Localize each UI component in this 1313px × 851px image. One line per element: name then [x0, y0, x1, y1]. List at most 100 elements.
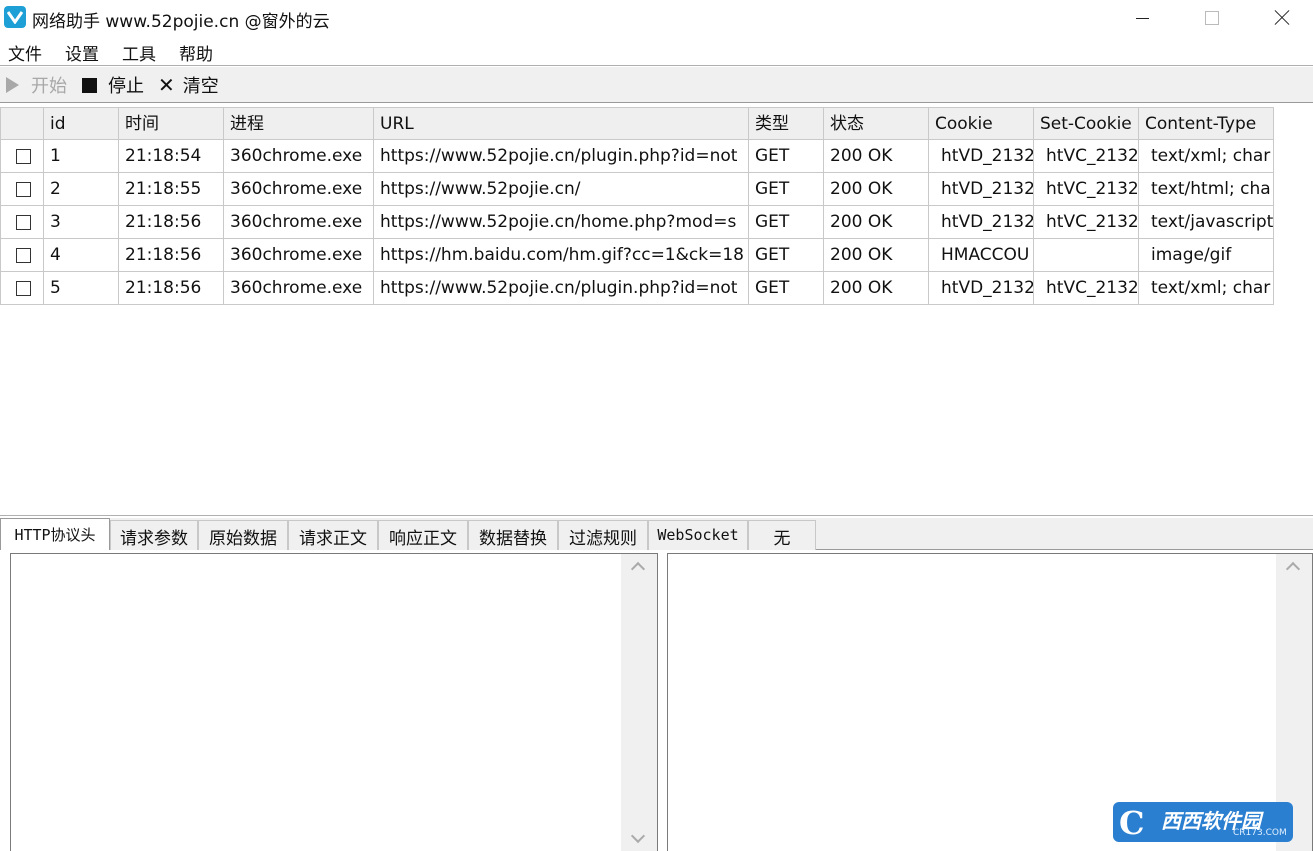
tab-none[interactable]: 无 [748, 520, 816, 550]
clear-icon: ✕ [158, 73, 175, 97]
cell-cookie: htVD_2132 [929, 206, 1034, 239]
table-row[interactable]: 4 21:18:56 360chrome.exe https://hm.baid… [0, 239, 1274, 272]
cell-method: GET [749, 206, 824, 239]
minimize-button[interactable] [1113, 0, 1173, 36]
tab-filter-rules[interactable]: 过滤规则 [558, 520, 648, 550]
row-select[interactable] [0, 272, 44, 305]
header-process[interactable]: 进程 [224, 107, 374, 140]
cell-process: 360chrome.exe [224, 239, 374, 272]
table-row[interactable]: 1 21:18:54 360chrome.exe https://www.52p… [0, 140, 1274, 173]
cell-method: GET [749, 239, 824, 272]
tab-websocket[interactable]: WebSocket [648, 520, 748, 550]
row-checkbox[interactable] [16, 182, 31, 197]
table-row[interactable]: 3 21:18:56 360chrome.exe https://www.52p… [0, 206, 1274, 239]
request-headers-textarea[interactable] [10, 553, 658, 851]
cell-id: 4 [44, 239, 119, 272]
cell-cookie: htVD_2132 [929, 272, 1034, 305]
tab-http-headers[interactable]: HTTP协议头 [0, 518, 110, 550]
stop-icon [82, 77, 97, 93]
table-row[interactable]: 2 21:18:55 360chrome.exe https://www.52p… [0, 173, 1274, 206]
tab-raw-data[interactable]: 原始数据 [198, 520, 288, 550]
header-select[interactable] [0, 107, 44, 140]
cell-cookie: htVD_2132 [929, 140, 1034, 173]
clear-label: 清空 [182, 76, 219, 97]
cell-method: GET [749, 140, 824, 173]
start-label: 开始 [31, 76, 67, 97]
scroll-down-icon[interactable] [630, 828, 646, 844]
header-time[interactable]: 时间 [119, 107, 224, 140]
row-select[interactable] [0, 140, 44, 173]
window-title: 网络助手 www.52pojie.cn @窗外的云 [32, 12, 330, 32]
tab-request-body[interactable]: 请求正文 [288, 520, 378, 550]
start-button[interactable]: 开始 [6, 74, 67, 97]
cell-url: https://hm.baidu.com/hm.gif?cc=1&ck=18 [374, 239, 749, 272]
row-select[interactable] [0, 206, 44, 239]
cell-status: 200 OK [824, 140, 929, 173]
header-set-cookie[interactable]: Set-Cookie [1034, 107, 1139, 140]
detail-tabs: HTTP协议头 请求参数 原始数据 请求正文 响应正文 数据替换 过滤规则 We… [0, 518, 1313, 550]
cell-status: 200 OK [824, 272, 929, 305]
header-cookie[interactable]: Cookie [929, 107, 1034, 140]
cell-url: https://www.52pojie.cn/plugin.php?id=not [374, 272, 749, 305]
title-bar: 网络助手 www.52pojie.cn @窗外的云 [0, 0, 1313, 36]
menu-tools[interactable]: 工具 [122, 40, 156, 65]
cell-url: https://www.52pojie.cn/plugin.php?id=not [374, 140, 749, 173]
menu-help[interactable]: 帮助 [179, 40, 213, 65]
menu-bar: 文件 设置 工具 帮助 [0, 36, 1313, 66]
cell-content-type: text/javascript [1139, 206, 1274, 239]
cell-time: 21:18:56 [119, 239, 224, 272]
cell-status: 200 OK [824, 206, 929, 239]
cell-time: 21:18:56 [119, 272, 224, 305]
tab-data-replace[interactable]: 数据替换 [468, 520, 558, 550]
watermark-letter: C [1119, 804, 1145, 842]
vertical-scrollbar[interactable] [621, 554, 657, 851]
tab-response-body[interactable]: 响应正文 [378, 520, 468, 550]
row-checkbox[interactable] [16, 215, 31, 230]
cell-time: 21:18:56 [119, 206, 224, 239]
request-table: id 时间 进程 URL 类型 状态 Cookie Set-Cookie Con… [0, 104, 1313, 516]
row-select[interactable] [0, 239, 44, 272]
table-row[interactable]: 5 21:18:56 360chrome.exe https://www.52p… [0, 272, 1274, 305]
maximize-button[interactable] [1182, 0, 1242, 36]
cell-time: 21:18:55 [119, 173, 224, 206]
cell-process: 360chrome.exe [224, 173, 374, 206]
cell-set-cookie: htVC_2132 [1034, 206, 1139, 239]
watermark-logo: C 西西软件园 CR173.COM [1113, 802, 1293, 842]
row-checkbox[interactable] [16, 248, 31, 263]
cell-process: 360chrome.exe [224, 206, 374, 239]
cell-status: 200 OK [824, 173, 929, 206]
stop-label: 停止 [108, 76, 144, 97]
header-url[interactable]: URL [374, 107, 749, 140]
menu-settings[interactable]: 设置 [65, 40, 99, 65]
cell-id: 2 [44, 173, 119, 206]
play-icon [6, 77, 19, 93]
cell-url: https://www.52pojie.cn/ [374, 173, 749, 206]
close-button[interactable] [1252, 0, 1312, 36]
cell-cookie: HMACCOU [929, 239, 1034, 272]
scroll-up-icon[interactable] [1285, 561, 1301, 577]
cell-process: 360chrome.exe [224, 272, 374, 305]
header-status[interactable]: 状态 [824, 107, 929, 140]
cell-method: GET [749, 173, 824, 206]
header-id[interactable]: id [44, 107, 119, 140]
header-method[interactable]: 类型 [749, 107, 824, 140]
stop-button[interactable]: 停止 [82, 74, 144, 97]
clear-button[interactable]: ✕ 清空 [158, 73, 219, 97]
cell-time: 21:18:54 [119, 140, 224, 173]
menu-file[interactable]: 文件 [8, 40, 42, 65]
cell-method: GET [749, 272, 824, 305]
cell-content-type: image/gif [1139, 239, 1274, 272]
row-checkbox[interactable] [16, 281, 31, 296]
header-content-type[interactable]: Content-Type [1139, 107, 1274, 140]
app-logo-icon [4, 6, 26, 28]
toolbar: 开始 停止 ✕ 清空 [0, 67, 1313, 103]
cell-id: 3 [44, 206, 119, 239]
scroll-up-icon[interactable] [630, 561, 646, 577]
cell-content-type: text/xml; char [1139, 140, 1274, 173]
cell-status: 200 OK [824, 239, 929, 272]
watermark-sub: CR173.COM [1233, 828, 1287, 838]
tab-request-params[interactable]: 请求参数 [110, 520, 198, 550]
row-checkbox[interactable] [16, 149, 31, 164]
cell-set-cookie: htVC_2132 [1034, 173, 1139, 206]
row-select[interactable] [0, 173, 44, 206]
